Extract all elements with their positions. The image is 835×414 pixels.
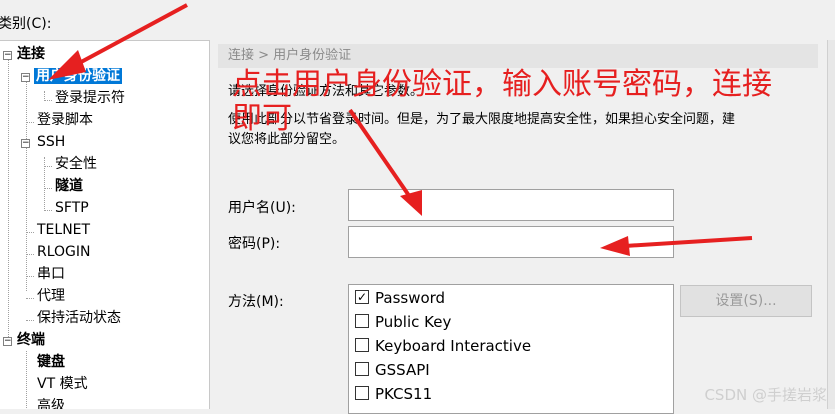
method-option-gssapi[interactable]: GSSAPI (355, 358, 430, 382)
tree-item-label: 终端 (17, 332, 45, 348)
password-label: 密码(P): (228, 236, 281, 252)
tree-item-keyboard[interactable]: 键盘 (37, 351, 65, 373)
tree-item-sftp[interactable]: SFTP (55, 197, 89, 219)
tree-item-label: 隧道 (55, 178, 83, 194)
tree-item-connection[interactable]: 连接 (17, 43, 45, 65)
method-option-keyboard-interactive[interactable]: Keyboard Interactive (355, 334, 531, 358)
tree-item-label: SSH (37, 134, 66, 150)
tree-item-label: 安全性 (55, 156, 97, 172)
password-input[interactable] (348, 226, 674, 258)
tree-item-login-script[interactable]: 登录脚本 (37, 109, 93, 131)
tree-item-keep-alive[interactable]: 保持活动状态 (37, 307, 121, 329)
tree-line (44, 166, 52, 167)
tree-item-rlogin[interactable]: RLOGIN (37, 241, 91, 263)
tree-line (26, 80, 27, 291)
tree-item-ssh[interactable]: SSH (37, 131, 65, 153)
checkbox-checked-icon[interactable]: ✓ (355, 289, 369, 304)
method-option-label: Password (375, 289, 446, 307)
tree-item-security[interactable]: 安全性 (55, 153, 97, 175)
tree-item-advanced[interactable]: 高级 (37, 395, 65, 409)
method-label: 方法(M): (228, 294, 284, 310)
breadcrumb: 连接 > 用户身份验证 (218, 44, 818, 68)
tree-line (26, 232, 34, 233)
checkbox-icon[interactable] (355, 361, 369, 376)
username-input[interactable] (348, 189, 674, 221)
tree-line (26, 298, 34, 299)
tree-line (26, 122, 34, 123)
tree-item-user-auth[interactable]: 用户身份验证 (34, 65, 122, 87)
scrollbar[interactable] (827, 40, 835, 409)
auth-method-list: ✓ Password Public Key Keyboard Interactiv… (348, 284, 674, 414)
tree-item-label: 键盘 (37, 354, 65, 370)
tree-item-serial[interactable]: 串口 (37, 263, 65, 285)
description-line: 使用此部分以节省登录时间。但是，为了最大限度地提高安全性，如果担心安全问题，建 (228, 112, 736, 127)
tree-line (44, 188, 52, 189)
method-option-label: GSSAPI (375, 361, 430, 379)
tree-item-telnet[interactable]: TELNET (37, 219, 90, 241)
tree-item-label: VT 模式 (37, 376, 88, 392)
checkbox-icon[interactable] (355, 313, 369, 328)
checkbox-icon[interactable] (355, 337, 369, 352)
method-option-label: Public Key (375, 313, 452, 331)
method-option-public-key[interactable]: Public Key (355, 310, 451, 334)
tree-item-label: 用户身份验证 (34, 68, 122, 84)
collapse-icon[interactable]: − (3, 51, 12, 60)
annotation-text: 即可 (232, 101, 292, 136)
tree-item-label: TELNET (37, 222, 91, 238)
annotation-text: 点击用户身份验证，输入账号密码，连接 (232, 67, 772, 102)
collapse-icon[interactable]: − (21, 73, 30, 82)
collapse-icon[interactable]: − (21, 139, 30, 148)
tree-line (26, 254, 34, 255)
tree-item-proxy[interactable]: 代理 (37, 285, 65, 307)
tree-line (44, 210, 52, 211)
settings-button[interactable]: 设置(S)... (680, 285, 812, 317)
method-option-label: Keyboard Interactive (375, 337, 532, 355)
tree-line (44, 100, 52, 101)
username-label: 用户名(U): (228, 200, 296, 216)
tree-item-label: 高级 (37, 398, 65, 409)
method-option-pkcs11[interactable]: PKCS11 (355, 382, 432, 406)
tree-line (26, 351, 27, 409)
watermark: CSDN @手搓岩浆 (704, 386, 827, 404)
tree-item-vt-modes[interactable]: VT 模式 (37, 373, 88, 395)
tree-item-terminal[interactable]: 终端 (17, 329, 45, 351)
tree-item-label: 连接 (17, 46, 45, 62)
tree-item-label: RLOGIN (37, 244, 91, 260)
tree-line (26, 276, 34, 277)
tree-line (8, 58, 9, 339)
tree-item-label: 登录提示符 (55, 90, 125, 106)
tree-item-label: 登录脚本 (37, 112, 93, 128)
checkbox-icon[interactable] (355, 385, 369, 400)
tree-item-label: 串口 (37, 266, 65, 282)
tree-item-label: 代理 (37, 288, 65, 304)
tree-item-tunneling[interactable]: 隧道 (55, 175, 83, 197)
tree-item-label: SFTP (55, 200, 89, 216)
tree-item-label: 保持活动状态 (37, 310, 121, 326)
method-option-password[interactable]: ✓ Password (355, 286, 445, 310)
category-tree[interactable]: − 连接 − 用户身份验证 登录提示符 登录脚本 − SSH 安全性 隧道 SF… (0, 40, 210, 409)
tree-line (26, 320, 34, 321)
collapse-icon[interactable]: − (3, 337, 12, 346)
tree-item-login-prompts[interactable]: 登录提示符 (55, 87, 125, 109)
category-label: 类别(C): (0, 16, 52, 32)
method-option-label: PKCS11 (375, 385, 433, 403)
